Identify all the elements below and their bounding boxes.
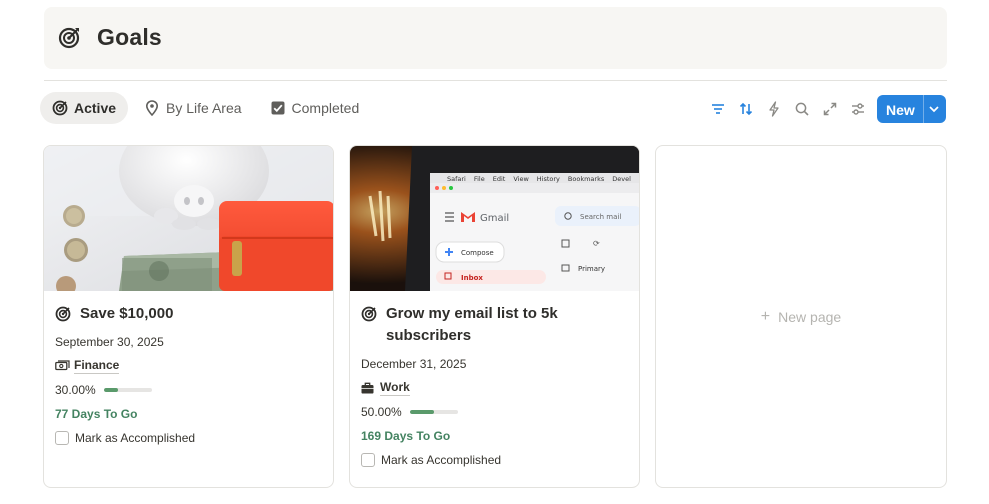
checkbox-box[interactable] bbox=[361, 453, 375, 467]
goal-card[interactable]: Safari File Edit View History Bookmarks Devel … bbox=[349, 145, 640, 488]
tab-by-life-area[interactable]: By Life Area bbox=[132, 92, 254, 124]
target-icon bbox=[361, 306, 377, 322]
card-title-text: Grow my email list to 5k subscribers bbox=[386, 305, 558, 344]
plus-icon: + bbox=[760, 307, 771, 325]
checkbox-icon bbox=[270, 100, 286, 116]
search-icon[interactable] bbox=[788, 95, 816, 123]
chevron-down-icon[interactable] bbox=[927, 102, 941, 116]
target-icon bbox=[55, 306, 71, 322]
header-divider bbox=[44, 80, 947, 81]
card-due-date: September 30, 2025 bbox=[55, 335, 164, 349]
mark-accomplished-checkbox[interactable]: Mark as Accomplished bbox=[361, 453, 628, 467]
card-title: Save $10,000 bbox=[55, 303, 322, 325]
tab-label: By Life Area bbox=[166, 100, 242, 116]
progress-bar-fill bbox=[103, 388, 119, 392]
cover-inbox-text: Inbox bbox=[461, 274, 483, 282]
life-area-label: Finance bbox=[74, 358, 120, 374]
view-tabs: Active By Life Area Completed bbox=[40, 92, 375, 124]
tab-completed[interactable]: Completed bbox=[258, 92, 372, 124]
card-title-text: Save $10,000 bbox=[80, 305, 174, 322]
map-pin-icon bbox=[144, 100, 160, 116]
goal-card[interactable]: Save $10,000 September 30, 2025 Finance … bbox=[43, 145, 334, 488]
settings-icon[interactable] bbox=[844, 95, 872, 123]
card-cover-image: Safari File Edit View History Bookmarks Devel … bbox=[350, 146, 639, 291]
progress-bar bbox=[103, 388, 152, 392]
cover-menubar-text: Safari File Edit View History Bookmarks Devel bbox=[447, 175, 631, 183]
sort-icon[interactable] bbox=[732, 95, 760, 123]
days-to-go: 169 Days To Go bbox=[361, 429, 451, 443]
checkbox-label: Mark as Accomplished bbox=[381, 453, 502, 467]
expand-icon[interactable] bbox=[816, 95, 844, 123]
card-due-date: December 31, 2025 bbox=[361, 357, 467, 371]
tab-label: Active bbox=[74, 100, 117, 116]
cover-primary-text: Primary bbox=[578, 265, 605, 273]
cover-compose-text: Compose bbox=[461, 249, 494, 257]
progress-bar bbox=[409, 410, 458, 414]
progress-label: 30.00% bbox=[55, 383, 96, 397]
card-title: Grow my email list to 5k subscribers bbox=[361, 303, 628, 347]
target-icon bbox=[58, 27, 80, 49]
new-button-label: New bbox=[886, 102, 915, 118]
card-progress: 30.00% bbox=[55, 383, 322, 397]
checkbox-box[interactable] bbox=[55, 431, 69, 445]
life-area-label: Work bbox=[380, 380, 410, 396]
progress-label: 50.00% bbox=[361, 405, 402, 419]
new-button[interactable]: New bbox=[877, 95, 946, 123]
filter-icon[interactable] bbox=[704, 95, 732, 123]
card-life-area[interactable]: Work bbox=[361, 380, 628, 396]
lightning-icon[interactable] bbox=[760, 95, 788, 123]
new-button-separator bbox=[923, 95, 924, 123]
view-toolbar bbox=[704, 95, 872, 123]
new-page-card[interactable]: + New page bbox=[655, 145, 947, 488]
target-icon bbox=[52, 100, 68, 116]
cover-app-name: Gmail bbox=[480, 213, 509, 224]
card-life-area[interactable]: Finance bbox=[55, 358, 322, 374]
checkbox-label: Mark as Accomplished bbox=[75, 431, 196, 445]
card-progress: 50.00% bbox=[361, 405, 628, 419]
money-icon bbox=[55, 360, 70, 373]
progress-bar-fill bbox=[409, 410, 434, 414]
svg-text:⟳: ⟳ bbox=[593, 239, 600, 248]
tab-active[interactable]: Active bbox=[40, 92, 129, 124]
days-to-go: 77 Days To Go bbox=[55, 407, 138, 421]
card-cover-image bbox=[44, 146, 333, 291]
briefcase-icon bbox=[361, 382, 376, 395]
mark-accomplished-checkbox[interactable]: Mark as Accomplished bbox=[55, 431, 322, 445]
page-title: Goals bbox=[97, 24, 162, 50]
page-header: Goals bbox=[44, 7, 947, 69]
cover-search-text: Search mail bbox=[580, 213, 621, 221]
new-page-label: New page bbox=[778, 308, 842, 325]
tab-label: Completed bbox=[291, 100, 360, 116]
